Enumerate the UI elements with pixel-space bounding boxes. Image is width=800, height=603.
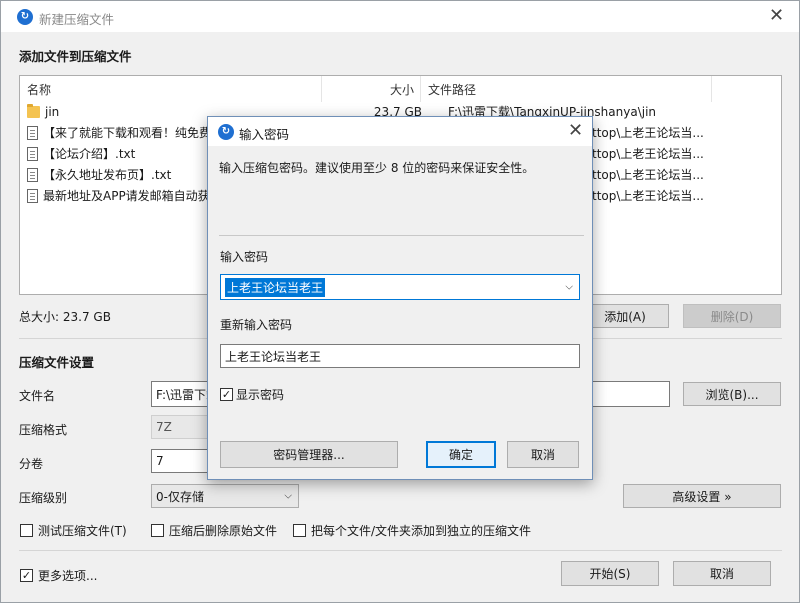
checkbox-label: 更多选项... xyxy=(38,569,98,583)
dialog-titlebar[interactable]: ↻ 输入密码 ✕ xyxy=(208,117,592,146)
file-name: 【论坛介绍】.txt xyxy=(43,147,136,161)
divider xyxy=(19,550,782,551)
add-button[interactable]: 添加(A) xyxy=(581,304,669,328)
file-path: ttop\上老王论坛当... xyxy=(592,147,704,161)
delete-original-checkbox[interactable]: 压缩后删除原始文件 xyxy=(151,522,277,539)
checkbox-label: 显示密码 xyxy=(236,388,285,402)
browse-button[interactable]: 浏览(B)... xyxy=(683,382,781,406)
checkmark-icon[interactable]: ✓ xyxy=(20,569,33,582)
test-archive-checkbox[interactable]: 测试压缩文件(T) xyxy=(20,522,127,539)
password-manager-button[interactable]: 密码管理器... xyxy=(220,441,398,468)
close-icon[interactable]: ✕ xyxy=(769,6,784,26)
file-name: 【来了就能下载和观看！纯免费 xyxy=(43,126,212,140)
file-name: 【永久地址发布页】.txt xyxy=(43,168,172,182)
divider xyxy=(219,235,584,236)
reenter-password-input[interactable]: 上老王论坛当老王 xyxy=(220,344,580,368)
checkbox-box[interactable] xyxy=(151,524,164,537)
file-name: jin xyxy=(45,104,60,119)
section-add-files-title: 添加文件到压缩文件 xyxy=(19,49,132,64)
column-header-path[interactable]: 文件路径 xyxy=(421,76,712,102)
total-size-label: 总大小: 23.7 GB xyxy=(19,310,111,324)
ok-button[interactable]: 确定 xyxy=(426,441,496,468)
chevron-down-icon: ⌵ xyxy=(284,490,292,502)
text-file-icon xyxy=(27,188,38,203)
checkbox-label: 把每个文件/文件夹添加到独立的压缩文件 xyxy=(311,524,532,538)
chevron-down-icon[interactable]: ⌵ xyxy=(565,282,573,293)
checkmark-icon[interactable]: ✓ xyxy=(220,388,233,401)
start-button[interactable]: 开始(S) xyxy=(561,561,659,586)
close-icon[interactable]: ✕ xyxy=(568,121,583,141)
password-dialog: ↻ 输入密码 ✕ 输入压缩包密码。建议使用至少 8 位的密码来保证安全性。 输入… xyxy=(207,116,593,480)
folder-icon xyxy=(27,103,40,118)
password-input[interactable]: 上老王论坛当老王 ⌵ xyxy=(220,274,580,300)
checkbox-box[interactable] xyxy=(293,524,306,537)
app-logo-icon: ↻ xyxy=(218,124,234,140)
checkbox-label: 压缩后删除原始文件 xyxy=(169,524,278,538)
cancel-button[interactable]: 取消 xyxy=(673,561,771,586)
file-path: ttop\上老王论坛当... xyxy=(592,168,704,182)
level-label: 压缩级别 xyxy=(19,491,68,505)
checkbox-box[interactable] xyxy=(20,524,33,537)
more-options-checkbox[interactable]: ✓ 更多选项... xyxy=(20,567,97,584)
text-file-icon xyxy=(27,167,38,182)
dialog-title: 输入密码 xyxy=(239,127,290,142)
level-select-value: 0-仅存储 xyxy=(156,489,204,504)
file-name: 最新地址及APP请发邮箱自动获 xyxy=(43,189,210,203)
level-select[interactable]: 0-仅存储 ⌵ xyxy=(151,484,299,508)
text-file-icon xyxy=(27,146,38,161)
filename-label: 文件名 xyxy=(19,389,56,403)
dialog-cancel-button[interactable]: 取消 xyxy=(507,441,579,468)
format-label: 压缩格式 xyxy=(19,423,68,437)
checkbox-label: 测试压缩文件(T) xyxy=(38,524,127,538)
separate-archives-checkbox[interactable]: 把每个文件/文件夹添加到独立的压缩文件 xyxy=(293,522,531,539)
password-input-selected-text: 上老王论坛当老王 xyxy=(225,277,326,297)
delete-button[interactable]: 删除(D) xyxy=(683,304,781,328)
file-path: ttop\上老王论坛当... xyxy=(592,189,704,203)
app-logo-icon: ↻ xyxy=(17,9,33,25)
split-label: 分卷 xyxy=(19,457,44,471)
reenter-password-label: 重新输入密码 xyxy=(220,318,293,332)
column-header-size[interactable]: 大小 xyxy=(322,76,421,102)
window-title: 新建压缩文件 xyxy=(39,12,115,27)
column-header-name[interactable]: 名称 xyxy=(20,76,322,102)
advanced-settings-button[interactable]: 高级设置 » xyxy=(623,484,781,508)
show-password-checkbox[interactable]: ✓ 显示密码 xyxy=(220,386,284,403)
password-label: 输入密码 xyxy=(220,250,269,264)
window-titlebar[interactable]: ↻ 新建压缩文件 ✕ xyxy=(1,1,799,32)
section-settings-title: 压缩文件设置 xyxy=(19,355,95,370)
dialog-description: 输入压缩包密码。建议使用至少 8 位的密码来保证安全性。 xyxy=(219,161,535,175)
file-path: ttop\上老王论坛当... xyxy=(592,126,704,140)
text-file-icon xyxy=(27,125,38,140)
